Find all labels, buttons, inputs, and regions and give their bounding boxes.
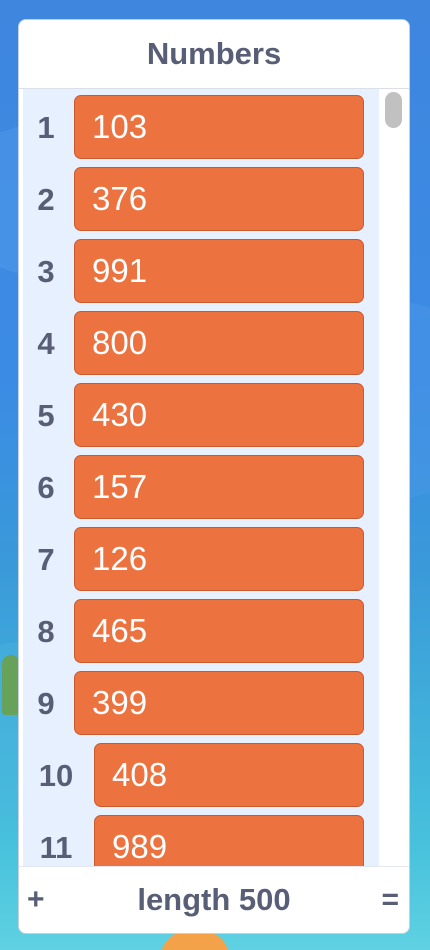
list-item: 9 399 <box>23 671 379 743</box>
list-item-index: 11 <box>39 830 73 865</box>
list-item: 10 408 <box>23 743 379 815</box>
list-item: 2 376 <box>23 167 379 239</box>
resize-handle[interactable]: = <box>381 867 399 933</box>
list-item-index: 5 <box>37 398 55 433</box>
list-item-value[interactable]: 991 <box>74 239 364 303</box>
list-item-value[interactable]: 465 <box>74 599 364 663</box>
list-item-value[interactable]: 376 <box>74 167 364 231</box>
list-item-index: 9 <box>37 686 55 721</box>
list-item-index: 3 <box>37 254 55 289</box>
list-item: 7 126 <box>23 527 379 599</box>
list-item: 8 465 <box>23 599 379 671</box>
list-item-index: 10 <box>38 758 74 793</box>
list-item: 1 103 <box>23 95 379 167</box>
scrollbar-track[interactable] <box>381 89 409 867</box>
scrollbar-thumb[interactable] <box>385 92 402 128</box>
list-item: 11 989 <box>23 815 379 867</box>
list-item: 6 157 <box>23 455 379 527</box>
list-item-index: 6 <box>37 470 55 505</box>
list-item-value[interactable]: 126 <box>74 527 364 591</box>
list-item-value[interactable]: 399 <box>74 671 364 735</box>
list-item-value[interactable]: 430 <box>74 383 364 447</box>
list-item-value[interactable]: 800 <box>74 311 364 375</box>
list-item-value[interactable]: 157 <box>74 455 364 519</box>
list-item-index: 4 <box>37 326 55 361</box>
list-item-value[interactable]: 103 <box>74 95 364 159</box>
list-item: 4 800 <box>23 311 379 383</box>
list-item: 3 991 <box>23 239 379 311</box>
list-items-area[interactable]: 1 103 2 376 3 991 4 800 5 430 6 157 7 12… <box>23 89 379 867</box>
list-item-index: 2 <box>37 182 55 217</box>
add-item-button[interactable]: + <box>27 867 45 933</box>
list-monitor[interactable]: Numbers 1 103 2 376 3 991 4 800 5 430 6 … <box>18 19 410 934</box>
list-item-index: 7 <box>37 542 55 577</box>
list-footer: length 500 + = <box>19 866 409 933</box>
list-title: Numbers <box>19 20 409 89</box>
list-item: 5 430 <box>23 383 379 455</box>
list-item-index: 8 <box>37 614 55 649</box>
list-length-label: length 500 <box>137 882 291 917</box>
list-item-index: 1 <box>37 110 55 145</box>
list-item-value[interactable]: 989 <box>94 815 364 867</box>
list-item-value[interactable]: 408 <box>94 743 364 807</box>
